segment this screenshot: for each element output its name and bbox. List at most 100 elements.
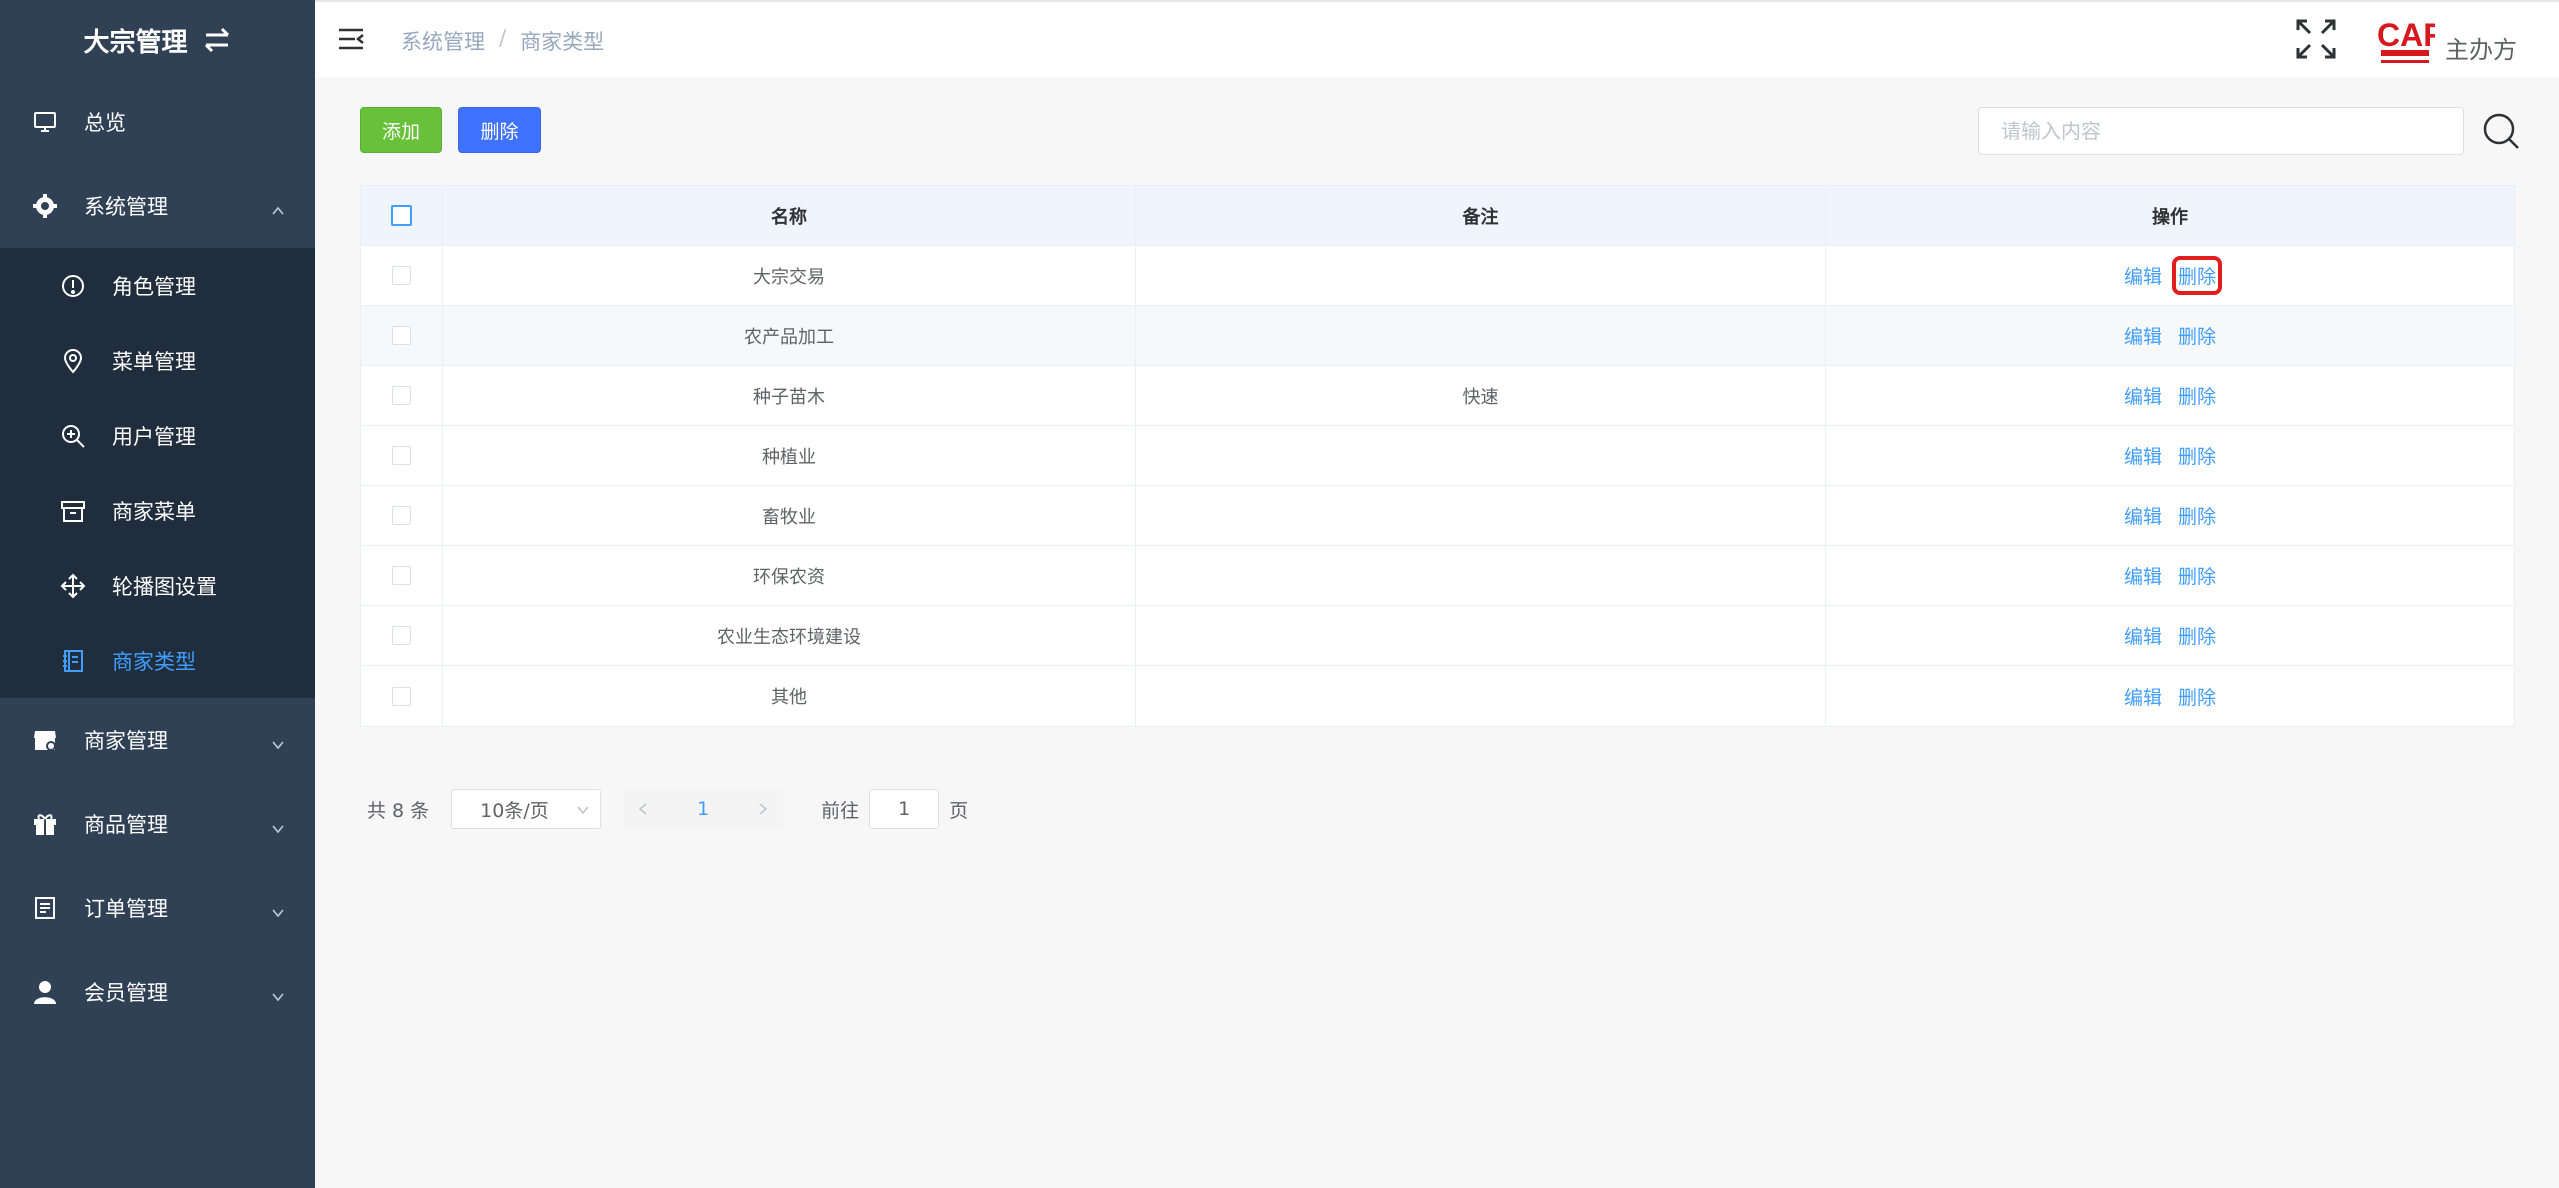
info-circle-icon <box>60 273 86 299</box>
chevron-down-icon <box>577 806 589 815</box>
delete-link[interactable]: 删除 <box>2178 382 2216 409</box>
header-remark: 备注 <box>1136 186 1826 245</box>
brand: 大宗管理 <box>0 0 315 80</box>
table-row: 环保农资 编辑 删除 <box>361 546 2514 606</box>
select-cell <box>361 666 443 726</box>
sidebar-item-carousel[interactable]: 轮播图设置 <box>0 548 315 623</box>
remark-cell: 快速 <box>1136 366 1826 425</box>
menu-item-members[interactable]: 会员管理 <box>0 950 315 1034</box>
delete-link[interactable]: 删除 <box>2178 622 2216 649</box>
row-checkbox[interactable] <box>392 326 411 345</box>
add-button[interactable]: 添加 <box>360 107 442 153</box>
sidebar-item-users[interactable]: 用户管理 <box>0 398 315 473</box>
edit-link[interactable]: 编辑 <box>2124 442 2162 469</box>
fullscreen-icon[interactable] <box>2295 18 2337 60</box>
name-cell: 农产品加工 <box>443 306 1136 365</box>
gear-icon <box>32 193 58 219</box>
chevron-up-icon <box>271 199 285 215</box>
table-row: 种植业 编辑 删除 <box>361 426 2514 486</box>
menu-item-products[interactable]: 商品管理 <box>0 782 315 866</box>
row-checkbox[interactable] <box>392 446 411 465</box>
table-row: 种子苗木 快速 编辑 删除 <box>361 366 2514 426</box>
sub-item-label: 角色管理 <box>112 274 196 299</box>
remark-cell <box>1136 666 1826 726</box>
delete-link[interactable]: 删除 <box>2178 683 2216 710</box>
table-row: 大宗交易 编辑 删除 <box>361 246 2514 306</box>
menu-label: 系统管理 <box>84 195 168 219</box>
next-page-button[interactable] <box>743 789 784 829</box>
header-name: 名称 <box>443 186 1136 245</box>
name-cell: 种植业 <box>443 426 1136 485</box>
actions-cell: 编辑 删除 <box>1826 666 2514 726</box>
page-number-current[interactable]: 1 <box>663 789 744 829</box>
rank-icon <box>60 573 86 599</box>
sub-item-label: 商家类型 <box>112 649 196 674</box>
select-cell <box>361 426 443 485</box>
delete-link[interactable]: 删除 <box>2178 442 2216 469</box>
edit-link[interactable]: 编辑 <box>2124 502 2162 529</box>
notebook-icon <box>60 648 86 674</box>
sub-item-label: 轮播图设置 <box>112 574 217 599</box>
sidebar-item-merchant-type[interactable]: 商家类型 <box>0 623 315 698</box>
hamburger-icon[interactable] <box>337 26 365 52</box>
box-icon <box>60 498 86 524</box>
sidebar-item-roles[interactable]: 角色管理 <box>0 248 315 323</box>
menu-item-system[interactable]: 系统管理 <box>0 164 315 248</box>
chevron-down-icon <box>271 901 285 918</box>
row-checkbox[interactable] <box>392 266 411 285</box>
breadcrumb-separator: / <box>499 26 507 50</box>
sidebar-item-menus[interactable]: 菜单管理 <box>0 323 315 398</box>
search-input[interactable] <box>1978 107 2464 155</box>
edit-link[interactable]: 编辑 <box>2124 622 2162 649</box>
select-all-checkbox[interactable] <box>391 205 412 226</box>
search-icon[interactable] <box>2481 111 2521 151</box>
delete-link[interactable]: 删除 <box>2178 502 2216 529</box>
menu-item-overview[interactable]: 总览 <box>0 80 315 164</box>
row-checkbox[interactable] <box>392 626 411 645</box>
menu-label: 商家管理 <box>84 729 168 753</box>
row-checkbox[interactable] <box>392 686 411 706</box>
sidebar-item-merchant-menu[interactable]: 商家菜单 <box>0 473 315 548</box>
breadcrumb-item-current: 商家类型 <box>520 30 605 54</box>
edit-link[interactable]: 编辑 <box>2124 382 2162 409</box>
brand-title: 大宗管理 <box>83 27 188 58</box>
remark-cell <box>1136 426 1826 485</box>
remark-cell <box>1136 606 1826 665</box>
menu-item-merchants[interactable]: 商家管理 <box>0 698 315 782</box>
row-checkbox[interactable] <box>392 566 411 585</box>
table-header-row: 名称 备注 操作 <box>361 186 2514 246</box>
row-checkbox[interactable] <box>392 386 411 405</box>
delete-link[interactable]: 删除 <box>2178 562 2216 589</box>
edit-link[interactable]: 编辑 <box>2124 683 2162 710</box>
sidebar: 大宗管理 总览 系统管理 角色管理 菜单管理 用户管理 商家菜单 轮播图设置 商… <box>0 0 315 1188</box>
batch-delete-button[interactable]: 删除 <box>458 107 541 153</box>
table-row: 畜牧业 编辑 删除 <box>361 486 2514 546</box>
host-label[interactable]: 主办方 <box>2445 30 2517 65</box>
menu-label: 商品管理 <box>84 813 168 837</box>
system-submenu: 角色管理 菜单管理 用户管理 商家菜单 轮播图设置 商家类型 <box>0 248 315 698</box>
menu-item-orders[interactable]: 订单管理 <box>0 866 315 950</box>
menu-label: 订单管理 <box>84 897 168 921</box>
row-checkbox[interactable] <box>392 506 411 525</box>
name-cell: 畜牧业 <box>443 486 1136 545</box>
page-size-select[interactable]: 10条/页 <box>451 789 602 829</box>
edit-link[interactable]: 编辑 <box>2124 562 2162 589</box>
breadcrumb-item-system[interactable]: 系统管理 <box>401 26 485 56</box>
prev-page-button[interactable] <box>623 789 664 829</box>
menu-label: 会员管理 <box>84 981 168 1005</box>
sub-item-label: 商家菜单 <box>112 499 196 524</box>
select-cell <box>361 306 443 365</box>
merchant-type-table: 名称 备注 操作 大宗交易 编辑 删除 农产品加工 编辑 删除 种子苗木 快速 … <box>360 185 2515 727</box>
delete-link[interactable]: 删除 <box>2171 256 2223 295</box>
chevron-left-icon <box>638 803 647 815</box>
chevron-down-icon <box>271 817 285 834</box>
gift-icon <box>32 811 58 837</box>
header-actions: 操作 <box>2152 206 2188 228</box>
edit-link[interactable]: 编辑 <box>2124 322 2162 349</box>
goto-page-input[interactable] <box>869 789 940 829</box>
switch-icon[interactable] <box>202 27 232 53</box>
page-size-value: 10条/页 <box>480 799 549 822</box>
delete-link[interactable]: 删除 <box>2178 322 2216 349</box>
edit-link[interactable]: 编辑 <box>2124 262 2162 289</box>
name-cell: 其他 <box>443 666 1136 726</box>
